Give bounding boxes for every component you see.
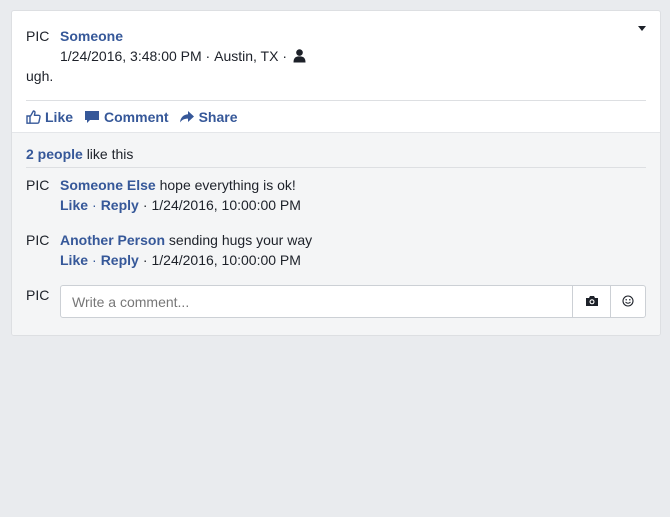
divider <box>26 167 646 168</box>
author-avatar: PIC <box>26 28 50 44</box>
post-timestamp[interactable]: 1/24/2016, 3:48:00 PM <box>60 48 202 64</box>
post-actions-bar: Like Comment Share <box>26 107 238 127</box>
person-icon[interactable] <box>293 49 306 63</box>
share-button[interactable]: Share <box>179 109 238 125</box>
post-meta: 1/24/2016, 3:48:00 PM · Austin, TX · <box>60 48 306 64</box>
comment-like-link[interactable]: Like <box>60 197 88 213</box>
post-location[interactable]: Austin, TX <box>214 48 278 64</box>
comment-icon <box>84 110 100 124</box>
post-options-caret-icon[interactable] <box>638 26 646 31</box>
commenter-avatar: PIC <box>26 177 50 193</box>
comments-section: 2 people like this PIC Someone Else hope… <box>12 132 660 335</box>
comment-text: hope everything is ok! <box>159 177 296 193</box>
comment-text: sending hugs your way <box>168 232 313 248</box>
thumbs-up-icon <box>26 110 41 124</box>
separator-dot: · <box>92 252 97 268</box>
meta-separator: · <box>201 48 215 64</box>
likes-summary: 2 people like this <box>26 146 133 162</box>
separator-dot: · <box>142 252 148 268</box>
camera-icon <box>585 294 599 310</box>
comment-button[interactable]: Comment <box>84 109 169 125</box>
comment-reply-link[interactable]: Reply <box>101 252 139 268</box>
comment-input[interactable] <box>61 286 572 317</box>
comment-item: Someone Else hope everything is ok! <box>60 177 296 193</box>
comment-author-name[interactable]: Another Person <box>60 232 165 248</box>
commenter-avatar: PIC <box>26 232 50 248</box>
post-card: PIC Someone 1/24/2016, 3:48:00 PM · Aust… <box>11 10 661 336</box>
separator-dot: · <box>92 197 97 213</box>
comment-reply-link[interactable]: Reply <box>101 197 139 213</box>
comment-like-link[interactable]: Like <box>60 252 88 268</box>
comment-actions: Like · Reply · 1/24/2016, 10:00:00 PM <box>60 252 301 268</box>
attach-photo-button[interactable] <box>572 286 610 317</box>
comment-author-name[interactable]: Someone Else <box>60 177 156 193</box>
post-author-name[interactable]: Someone <box>60 28 123 44</box>
post-body-text: ugh. <box>26 68 54 84</box>
likes-count-link[interactable]: 2 people <box>26 146 83 162</box>
comment-actions: Like · Reply · 1/24/2016, 10:00:00 PM <box>60 197 301 213</box>
divider <box>26 100 646 101</box>
like-button[interactable]: Like <box>26 109 73 125</box>
emoji-button[interactable] <box>610 286 645 317</box>
comment-item: Another Person sending hugs your way <box>60 232 312 248</box>
likes-suffix: like this <box>86 146 134 162</box>
composer-avatar: PIC <box>26 287 50 303</box>
meta-separator: · <box>278 48 291 64</box>
comment-composer <box>60 285 646 318</box>
smiley-icon <box>622 294 634 310</box>
comment-timestamp[interactable]: 1/24/2016, 10:00:00 PM <box>151 197 300 213</box>
share-button-label: Share <box>198 109 238 125</box>
comment-timestamp[interactable]: 1/24/2016, 10:00:00 PM <box>151 252 300 268</box>
share-arrow-icon <box>179 110 195 124</box>
like-button-label: Like <box>45 109 74 125</box>
comment-button-label: Comment <box>104 109 169 125</box>
separator-dot: · <box>142 197 148 213</box>
